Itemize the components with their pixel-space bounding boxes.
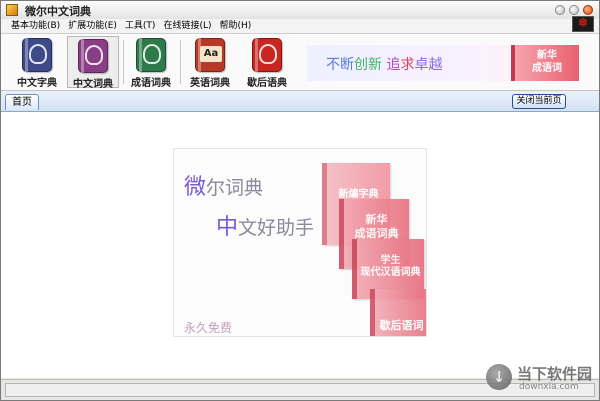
menu-extended[interactable]: 扩展功能(E) — [64, 19, 121, 33]
banner-book-cover: 新华 成语词 — [511, 45, 579, 81]
menu-tools[interactable]: 工具(T) — [121, 19, 160, 33]
tool-chinese-character-dictionary[interactable]: 中文字典 — [11, 36, 63, 89]
window-title: 微尔中文词典 — [25, 5, 91, 18]
menu-basic[interactable]: 基本功能(B) — [1, 19, 64, 33]
watermark-url: downxia.com — [519, 382, 579, 392]
menu-bar: 基本功能(B) 扩展功能(E) 工具(T) 在线链接(L) 帮助(H) — [1, 19, 599, 34]
slogan-text: 不断创新 追求卓越 — [326, 57, 443, 73]
download-arrow-icon: ↓ — [486, 364, 512, 390]
splash-image: 微尔词典 中文好助手 永久免费 新编字典 新华 成语词典 学生 现代汉语词典 歇… — [173, 148, 427, 337]
toolbar-separator — [123, 40, 124, 84]
title-bar[interactable]: 微尔中文词典 — [1, 1, 599, 20]
dictionary-book-icon — [22, 38, 52, 72]
close-current-page-button[interactable]: 关闭当前页 — [512, 94, 566, 109]
tab-strip: 首页 关闭当前页 — [1, 91, 599, 112]
maple-leaf-icon: ❅ — [572, 16, 594, 32]
close-icon[interactable] — [583, 5, 593, 15]
splash-subtitle: 中文好助手 — [216, 215, 315, 240]
app-window: 微尔中文词典 基本功能(B) 扩展功能(E) 工具(T) 在线链接(L) 帮助(… — [0, 0, 600, 401]
dictionary-book-icon — [78, 39, 108, 73]
tool-chinese-word-dictionary[interactable]: 中文词典 — [67, 36, 119, 90]
tool-label: 歇后语典 — [247, 78, 287, 89]
tool-label: 中文词典 — [73, 79, 113, 90]
tab-home[interactable]: 首页 — [5, 94, 39, 110]
toolbar-separator — [180, 40, 181, 84]
tool-label: 成语词典 — [131, 78, 171, 89]
maximize-icon[interactable] — [569, 5, 579, 15]
menu-help[interactable]: 帮助(H) — [216, 19, 256, 33]
dictionary-book-icon — [136, 38, 166, 72]
book-cover: 歇后语词 — [370, 289, 426, 336]
tool-xiehouyu-dictionary[interactable]: 歇后语典 — [241, 36, 293, 89]
english-book-icon: Aa — [195, 38, 225, 72]
tool-idiom-dictionary[interactable]: 成语词典 — [125, 36, 177, 89]
tool-english-dictionary[interactable]: Aa 英语词典 — [184, 36, 236, 89]
dictionary-book-icon — [252, 38, 282, 72]
tool-label: 中文字典 — [17, 78, 57, 89]
splash-free-label: 永久免费 — [184, 321, 233, 335]
menu-online-links[interactable]: 在线链接(L) — [159, 19, 215, 33]
tool-label: 英语词典 — [190, 78, 230, 89]
minimize-icon[interactable] — [555, 5, 565, 15]
watermark-name: 当下软件园 — [517, 365, 593, 383]
app-icon — [6, 4, 18, 16]
splash-title: 微尔词典 — [184, 175, 264, 200]
